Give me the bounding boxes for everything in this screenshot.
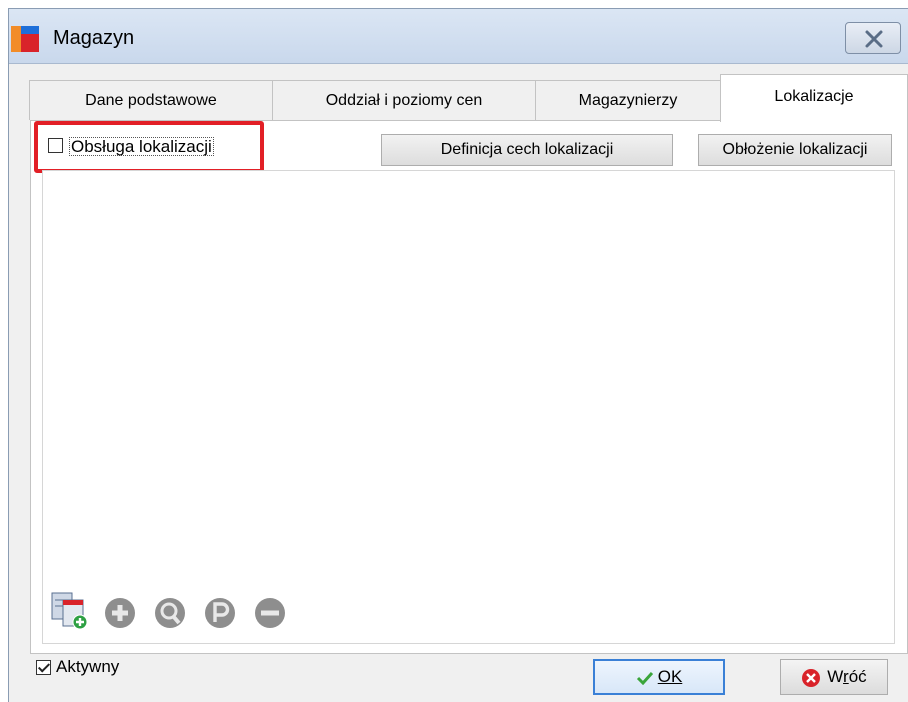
remove-icon[interactable]	[253, 596, 287, 630]
tab-lokalizacje[interactable]: Lokalizacje	[720, 74, 908, 122]
list-toolbar	[43, 586, 313, 636]
tab-dane-podstawowe[interactable]: Dane podstawowe	[29, 80, 273, 120]
p-icon[interactable]	[203, 596, 237, 630]
obsluga-lokalizacji-label[interactable]: Obsługa lokalizacji	[69, 137, 214, 156]
aktywny-checkbox[interactable]	[36, 660, 51, 675]
aktywny-label[interactable]: Aktywny	[56, 657, 119, 677]
tab-oddzial-i-poziomy-cen[interactable]: Oddział i poziomy cen	[272, 80, 536, 120]
checkmark-icon	[636, 671, 653, 685]
definicja-cech-lokalizacji-button[interactable]: Definicja cech lokalizacji	[381, 134, 673, 166]
obsluga-lokalizacji-checkbox[interactable]	[48, 138, 63, 153]
wroc-button[interactable]: Wróć	[780, 659, 888, 695]
add-from-list-icon[interactable]	[51, 592, 89, 630]
preview-icon[interactable]	[153, 596, 187, 630]
cancel-icon	[802, 668, 821, 687]
lokalizacje-list[interactable]	[42, 170, 895, 644]
tab-content-lokalizacje: Obsługa lokalizacji Definicja cech lokal…	[30, 120, 908, 654]
oblozenie-lokalizacji-button[interactable]: Obłożenie lokalizacji	[698, 134, 892, 166]
wroc-label-prefix: W	[827, 667, 844, 686]
title-bar: Magazyn	[9, 9, 908, 64]
ok-label: OK	[657, 667, 683, 686]
app-logo-icon	[11, 26, 39, 52]
magazyn-window: Magazyn Dane podstawowe Oddział i poziom…	[8, 8, 908, 702]
wroc-label-suffix: óć	[848, 667, 867, 686]
add-icon[interactable]	[103, 596, 137, 630]
ok-button[interactable]: OK	[593, 659, 725, 695]
tab-magazynierzy[interactable]: Magazynierzy	[535, 80, 721, 120]
window-title: Magazyn	[53, 27, 135, 49]
close-button[interactable]	[845, 22, 901, 54]
close-icon	[865, 30, 883, 48]
